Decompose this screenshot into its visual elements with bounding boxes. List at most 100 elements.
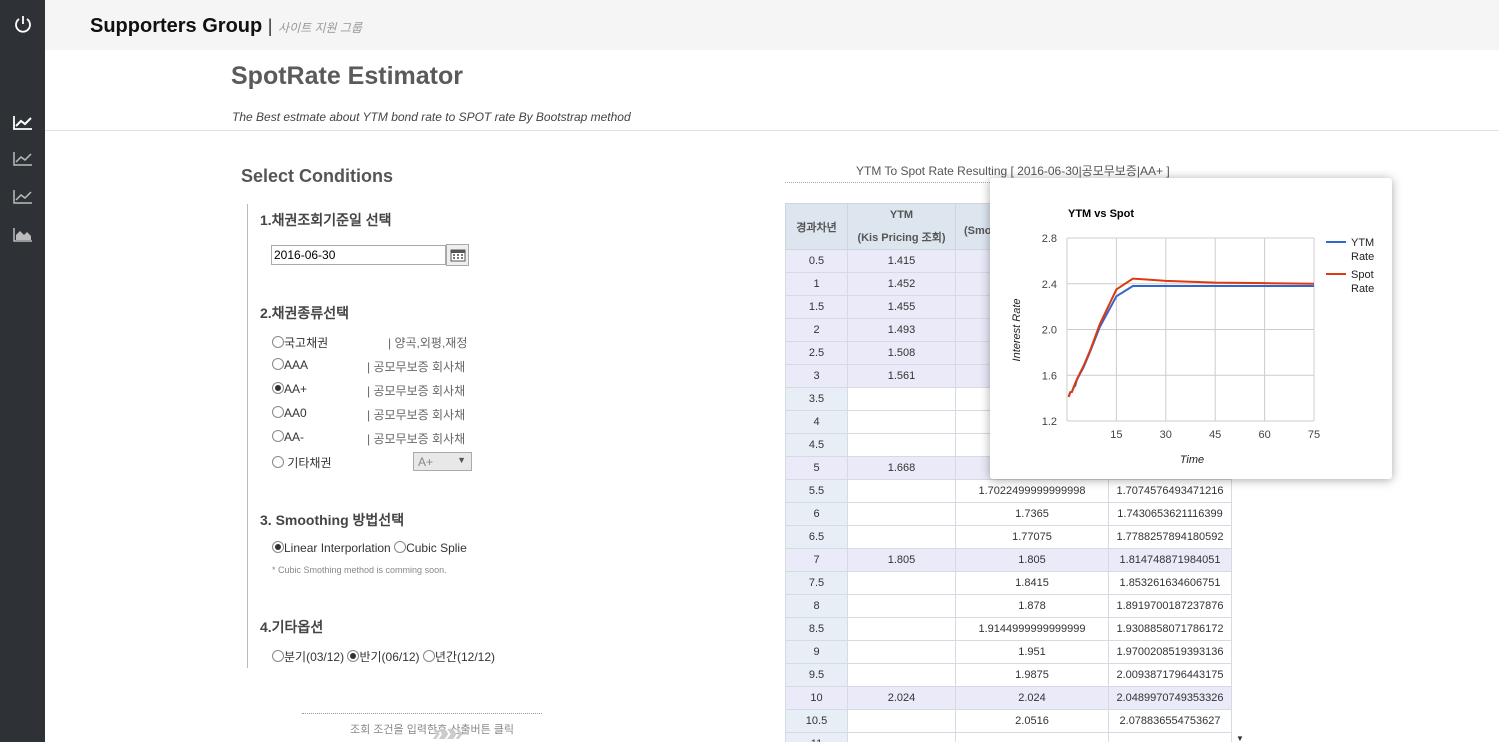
table-row: 5.5 1.7022499999999998 1.7074576493471216 — [785, 479, 1232, 503]
bond-type-option[interactable]: 기타채권 — [272, 454, 332, 471]
table-cell-t: 7.5 — [785, 571, 848, 595]
brand[interactable]: Supporters Group | 사이트 지원 그룹 — [90, 15, 362, 38]
table-row: 6 1.7365 1.7430653621116399 — [785, 502, 1232, 526]
table-cell-smooth: 1.805 — [955, 548, 1109, 572]
step2-label: 2.채권종류선택 — [260, 305, 349, 321]
table-cell-t: 8.5 — [785, 617, 848, 641]
bond-type-option[interactable]: AA+ — [272, 382, 307, 396]
table-cell-ytm: 2.024 — [847, 686, 956, 710]
option-label: 반기(06/12) — [359, 650, 420, 664]
table-cell-ytm — [847, 709, 956, 733]
table-cell-ytm — [847, 617, 956, 641]
brand-subtitle: 사이트 지원 그룹 — [278, 21, 362, 35]
table-cell-ytm: 1.805 — [847, 548, 956, 572]
bond-type-option[interactable]: AAA — [272, 358, 308, 372]
table-cell-t: 2 — [785, 318, 848, 342]
radio-button[interactable] — [272, 358, 284, 370]
series-line — [1067, 277, 1315, 398]
legend-label: Rate — [1351, 251, 1374, 263]
bond-type-option[interactable]: AA- — [272, 430, 304, 444]
option-label: 기타채권 — [284, 456, 332, 470]
legend-label: Spot — [1351, 269, 1374, 281]
power-icon[interactable] — [12, 14, 34, 34]
brand-separator: | — [267, 16, 273, 36]
x-tick-label: 45 — [1209, 429, 1221, 441]
legend-label: Rate — [1351, 283, 1374, 295]
y-tick-label: 1.6 — [1042, 370, 1057, 382]
table-cell-t: 10.5 — [785, 709, 848, 733]
table-cell-t: 1.5 — [785, 295, 848, 319]
table-cell-spot: 1.9308858071786172 — [1108, 617, 1232, 641]
line-chart-icon[interactable] — [12, 187, 34, 207]
chart-popup: 2.8 2.4 2.0 1.6 1.2 15 30 45 60 75 YTM vs Spot Time… — [990, 178, 1392, 479]
table-cell-spot: 1.7788257894180592 — [1108, 525, 1232, 549]
option-label: 국고채권 — [284, 336, 329, 350]
radio-button[interactable] — [272, 382, 284, 394]
grade-select[interactable]: A+ ▼ — [413, 452, 472, 471]
option-desc: | 공모무보증 회사채 — [367, 432, 466, 446]
calendar-icon — [450, 249, 465, 262]
table-cell-t: 10 — [785, 686, 848, 710]
area-chart-icon[interactable] — [12, 225, 34, 245]
step3-label: 3. Smoothing 방법선택 — [260, 512, 405, 528]
col-header-ytm-line2: (Kis Pricing 조회) — [857, 231, 946, 244]
radio-button[interactable] — [347, 650, 360, 662]
line-chart-icon[interactable] — [12, 149, 34, 169]
smoothing-options: Linear Interporlation Cubic Splie — [272, 541, 467, 555]
table-cell-t: 6 — [785, 502, 848, 526]
table-cell-spot — [1108, 732, 1232, 742]
chart-title: YTM vs Spot — [1068, 208, 1134, 220]
table-row: 8.5 1.9144999999999999 1.9308858071786172 — [785, 617, 1232, 641]
submit-divider — [302, 713, 542, 714]
legend-label: YTM — [1351, 237, 1374, 249]
table-cell-smooth: 2.0516 — [955, 709, 1109, 733]
table-cell-ytm — [847, 571, 956, 595]
table-row: 7.5 1.8415 1.853261634606751 — [785, 571, 1232, 595]
table-cell-smooth: 1.9144999999999999 — [955, 617, 1109, 641]
radio-button[interactable] — [422, 650, 435, 662]
table-cell-t: 0.5 — [785, 249, 848, 273]
table-cell-ytm — [847, 525, 956, 549]
table-cell-spot: 1.8919700187237876 — [1108, 594, 1232, 618]
radio-button[interactable] — [394, 541, 407, 553]
step1-label: 1.채권조회기준일 선택 — [260, 212, 392, 228]
option-label: AA- — [284, 430, 305, 444]
y-tick-label: 1.2 — [1042, 416, 1057, 428]
submit-arrows-icon[interactable]: »»» — [432, 717, 463, 748]
radio-button[interactable] — [272, 406, 284, 418]
table-cell-ytm — [847, 479, 956, 503]
col-header-term: 경과차년 — [785, 203, 848, 250]
radio-button[interactable] — [272, 650, 284, 662]
calendar-button[interactable] — [446, 244, 469, 266]
bond-type-option[interactable]: 국고채권 — [272, 334, 328, 351]
radio-button[interactable] — [272, 541, 284, 553]
option-label: AA+ — [284, 382, 308, 396]
table-row: 6.5 1.77075 1.7788257894180592 — [785, 525, 1232, 549]
col-header-ytm-line1: YTM — [889, 208, 914, 221]
table-cell-t: 9.5 — [785, 663, 848, 687]
table-cell-spot: 1.7074576493471216 — [1108, 479, 1232, 503]
series-line — [1067, 285, 1314, 397]
table-cell-spot: 1.9700208519393136 — [1108, 640, 1232, 664]
date-input[interactable] — [271, 245, 446, 265]
table-row: 8 1.878 1.8919700187237876 — [785, 594, 1232, 618]
radio-button[interactable] — [272, 336, 284, 348]
table-cell-smooth: 1.9875 — [955, 663, 1109, 687]
y-axis-label: Interest Rate — [1011, 299, 1023, 362]
option-desc: | 공모무보증 회사채 — [367, 360, 466, 374]
divider — [45, 130, 1499, 131]
bond-type-option[interactable]: AA0 — [272, 406, 307, 420]
option-desc: | 공모무보증 회사채 — [367, 408, 466, 422]
table-row: 9.5 1.9875 2.0093871796443175 — [785, 663, 1232, 687]
table-cell-ytm — [847, 502, 956, 526]
table-cell-ytm — [847, 594, 956, 618]
line-chart-icon[interactable] — [12, 113, 34, 133]
radio-button[interactable] — [272, 456, 284, 468]
y-tick-label: 2.0 — [1042, 325, 1057, 337]
table-cell-t: 3 — [785, 364, 848, 388]
table-cell-ytm: 1.415 — [847, 249, 956, 273]
option-label: AAA — [284, 358, 309, 372]
conditions-border — [247, 204, 248, 668]
radio-button[interactable] — [272, 430, 284, 442]
period-options: 분기(03/12) 반기(06/12) 년간(12/12) — [272, 648, 495, 665]
